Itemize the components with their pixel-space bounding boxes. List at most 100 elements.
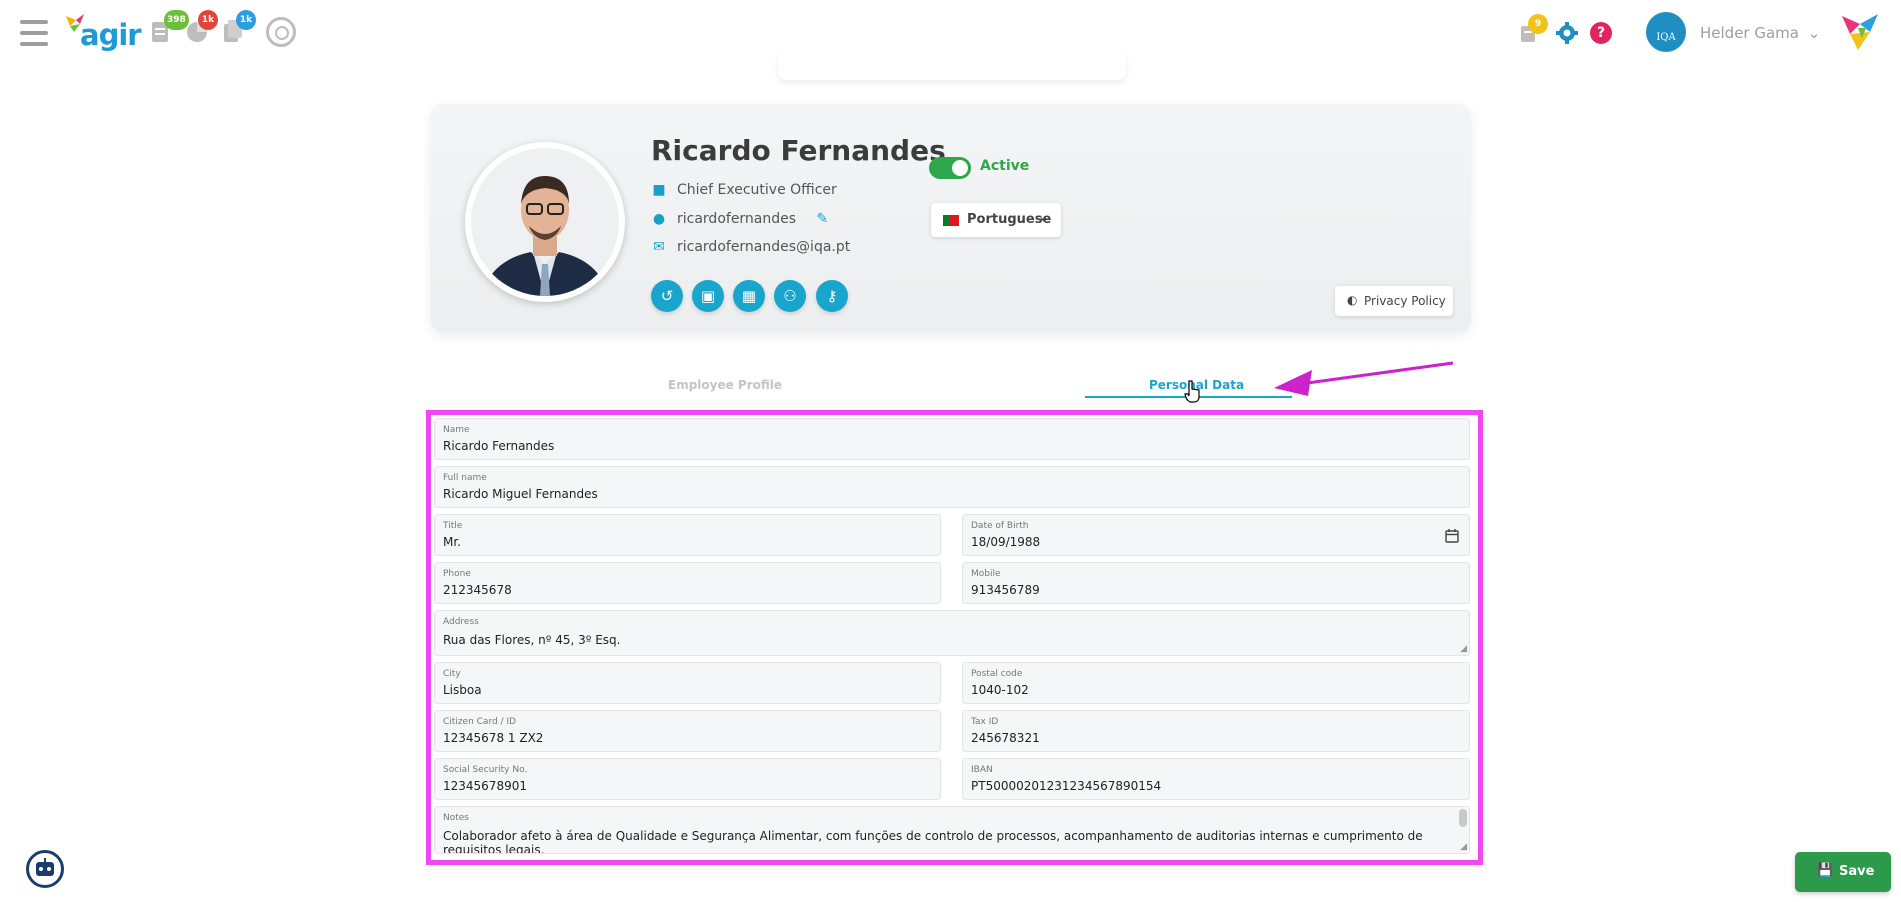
title-field[interactable]: Title Mr. bbox=[434, 514, 941, 556]
status-toggle[interactable] bbox=[929, 157, 971, 179]
mobile-field[interactable]: Mobile 913456789 bbox=[962, 562, 1470, 604]
title-value: Mr. bbox=[443, 535, 461, 549]
phone-value: 212345678 bbox=[443, 583, 512, 597]
phone-label: Phone bbox=[443, 569, 471, 579]
tax-id-value: 245678321 bbox=[971, 731, 1040, 745]
briefcase-icon: ▣ bbox=[700, 287, 716, 305]
iban-field[interactable]: IBAN PT50000201231234567890154 bbox=[962, 758, 1470, 800]
name-value: Ricardo Fernandes bbox=[443, 439, 555, 453]
social-security-field[interactable]: Social Security No. 12345678901 bbox=[434, 758, 941, 800]
user-name: Helder Gama bbox=[1700, 24, 1799, 42]
resize-handle-icon[interactable]: ◢ bbox=[1460, 842, 1467, 852]
email: ricardofernandes@iqa.pt bbox=[677, 239, 851, 255]
save-label: Save bbox=[1839, 864, 1875, 879]
annotation-arrow bbox=[1274, 361, 1454, 396]
notifications-button[interactable]: 9 bbox=[1520, 14, 1548, 48]
social-security-label: Social Security No. bbox=[443, 765, 528, 775]
history-icon: ↺ bbox=[660, 287, 674, 305]
team-button[interactable]: ⚇ bbox=[774, 280, 806, 312]
user-key-icon: ⚷ bbox=[826, 287, 838, 305]
employee-name: Ricardo Fernandes bbox=[651, 134, 946, 167]
username-row: ● ricardofernandes ✎ bbox=[651, 211, 828, 227]
status-label: Active bbox=[980, 158, 1030, 174]
logo[interactable]: agir bbox=[66, 14, 142, 54]
name-label: Name bbox=[443, 425, 470, 435]
building-button[interactable]: ▦ bbox=[733, 280, 765, 312]
floppy-disk-icon: 💾 bbox=[1817, 863, 1834, 878]
citizen-card-label: Citizen Card / ID bbox=[443, 717, 517, 727]
username: ricardofernandes bbox=[677, 211, 797, 227]
name-field[interactable]: Name Ricardo Fernandes bbox=[434, 418, 1470, 460]
citizen-card-field[interactable]: Citizen Card / ID 12345678 1 ZX2 bbox=[434, 710, 941, 752]
team-icon: ⚇ bbox=[783, 287, 797, 305]
tasks-badge: 1k bbox=[236, 10, 256, 30]
postal-code-value: 1040-102 bbox=[971, 683, 1029, 697]
postal-code-label: Postal code bbox=[971, 669, 1023, 679]
envelope-icon: ✉ bbox=[653, 239, 665, 255]
tasks-button[interactable]: 1k bbox=[222, 10, 256, 48]
job-title: Chief Executive Officer bbox=[677, 182, 837, 198]
email-row: ✉ ricardofernandes@iqa.pt bbox=[651, 239, 850, 255]
full-name-field[interactable]: Full name Ricardo Miguel Fernandes bbox=[434, 466, 1470, 508]
phone-field[interactable]: Phone 212345678 bbox=[434, 562, 941, 604]
privacy-policy-button[interactable]: ◐ Privacy Policy bbox=[1335, 286, 1453, 316]
user-avatar[interactable]: IQA bbox=[1646, 12, 1686, 52]
date-of-birth-value: 18/09/1988 bbox=[971, 535, 1041, 549]
person-photo-icon bbox=[481, 176, 609, 296]
tab-employee-profile[interactable]: Employee Profile bbox=[668, 378, 782, 392]
shield-icon: ◐ bbox=[1347, 293, 1358, 307]
history-button[interactable]: ↺ bbox=[651, 280, 683, 312]
city-field[interactable]: City Lisboa bbox=[434, 662, 941, 704]
app-logo-icon[interactable] bbox=[1842, 14, 1880, 50]
iban-value: PT50000201231234567890154 bbox=[971, 779, 1162, 793]
resize-handle-icon[interactable]: ◢ bbox=[1460, 644, 1467, 654]
collapsed-panel bbox=[778, 52, 1126, 80]
tax-id-field[interactable]: Tax ID 245678321 bbox=[962, 710, 1470, 752]
menu-icon[interactable] bbox=[20, 20, 48, 46]
calendar-icon[interactable] bbox=[1445, 529, 1459, 543]
date-of-birth-label: Date of Birth bbox=[971, 521, 1029, 531]
building-icon: ▦ bbox=[741, 287, 757, 305]
social-security-value: 12345678901 bbox=[443, 779, 527, 793]
user-icon: ● bbox=[652, 211, 666, 227]
pie-chart-badge: 1k bbox=[198, 10, 218, 30]
iban-label: IBAN bbox=[971, 765, 993, 775]
address-label: Address bbox=[443, 617, 479, 627]
mobile-label: Mobile bbox=[971, 569, 1001, 579]
language-select[interactable]: Portuguese ⌄ bbox=[931, 203, 1061, 237]
date-of-birth-field[interactable]: Date of Birth 18/09/1988 bbox=[962, 514, 1470, 556]
notes-scrollbar[interactable] bbox=[1459, 809, 1467, 827]
notes-field[interactable]: Notes Colaborador afeto à área de Qualid… bbox=[434, 806, 1470, 854]
portugal-flag-icon bbox=[943, 215, 959, 226]
save-button[interactable]: 💾 Save bbox=[1795, 852, 1891, 892]
postal-code-field[interactable]: Postal code 1040-102 bbox=[962, 662, 1470, 704]
tax-id-label: Tax ID bbox=[971, 717, 999, 727]
notes-label: Notes bbox=[443, 813, 469, 823]
job-title-row: ■ Chief Executive Officer bbox=[651, 182, 837, 198]
gear-icon[interactable] bbox=[1556, 22, 1578, 44]
briefcase-icon: ■ bbox=[652, 182, 666, 198]
notifications-badge: 9 bbox=[1528, 14, 1548, 34]
profile-photo bbox=[465, 142, 625, 302]
chatbot-button[interactable] bbox=[26, 850, 64, 888]
address-value: Rua das Flores, nº 45, 3º Esq. bbox=[443, 633, 621, 647]
title-label: Title bbox=[443, 521, 463, 531]
documents-button[interactable]: 398 bbox=[150, 10, 189, 48]
full-name-label: Full name bbox=[443, 473, 487, 483]
citizen-card-value: 12345678 1 ZX2 bbox=[443, 731, 544, 745]
help-icon[interactable]: ? bbox=[1590, 22, 1612, 44]
search-icon[interactable] bbox=[266, 17, 296, 47]
edit-pencil-icon[interactable]: ✎ bbox=[817, 211, 829, 227]
hand-cursor-icon bbox=[1184, 380, 1200, 403]
logo-text: agir bbox=[80, 18, 142, 52]
robot-icon bbox=[36, 858, 54, 876]
user-key-button[interactable]: ⚷ bbox=[816, 280, 848, 312]
pie-chart-button[interactable]: 1k bbox=[186, 10, 218, 48]
city-label: City bbox=[443, 669, 461, 679]
full-name-value: Ricardo Miguel Fernandes bbox=[443, 487, 598, 501]
briefcase-button[interactable]: ▣ bbox=[692, 280, 724, 312]
privacy-label: Privacy Policy bbox=[1364, 294, 1446, 308]
user-menu[interactable]: Helder Gama ⌄ bbox=[1700, 24, 1820, 42]
chevron-down-icon: ⌄ bbox=[1807, 24, 1821, 42]
address-field[interactable]: Address Rua das Flores, nº 45, 3º Esq. ◢ bbox=[434, 610, 1470, 656]
